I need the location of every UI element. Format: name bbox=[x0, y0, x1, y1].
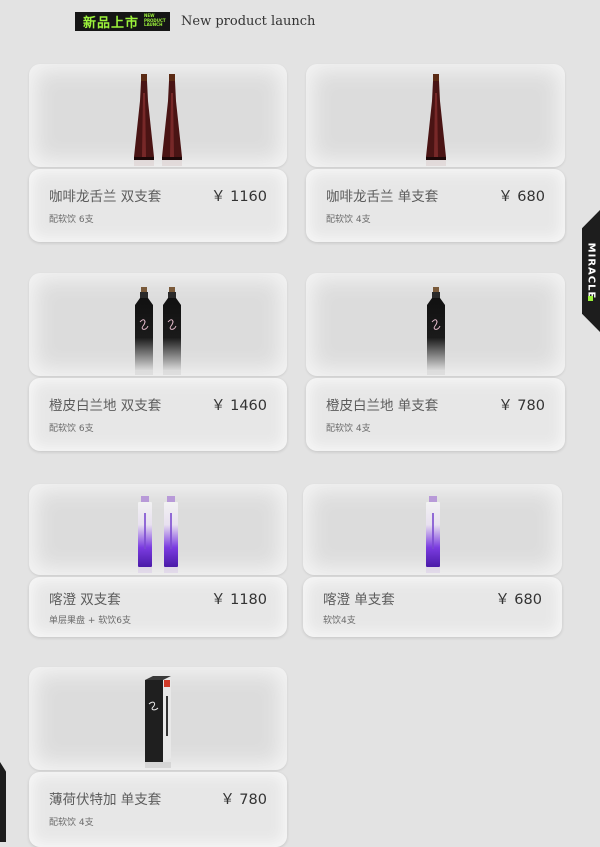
tequila-bottle-icon bbox=[162, 74, 182, 166]
product-price: ￥ 780 bbox=[498, 398, 545, 414]
tequila-bottle-icon bbox=[425, 74, 446, 166]
side-tab-label: MIRACLE bbox=[585, 242, 597, 300]
product-name: 咖啡龙舌兰 单支套 bbox=[326, 189, 439, 205]
product-image bbox=[29, 484, 287, 575]
new-launch-badge: 新品上市 NEW PRODUCT LAUNCH bbox=[75, 11, 171, 31]
product-info: 咖啡龙舌兰 双支套 ￥ 1160 配软饮 6支 bbox=[29, 169, 287, 242]
product-image bbox=[29, 273, 287, 376]
product-price: ￥ 680 bbox=[495, 592, 542, 608]
product-name: 薄荷伏特加 单支套 bbox=[49, 792, 162, 808]
product-price: ￥ 780 bbox=[220, 792, 267, 808]
purple-bottle-icon bbox=[164, 496, 178, 573]
left-edge-tab[interactable] bbox=[0, 762, 6, 842]
bottle-group bbox=[306, 273, 565, 376]
product-description: 配软饮 6支 bbox=[49, 424, 94, 434]
page-title: New product launch bbox=[181, 13, 316, 29]
bottle-group bbox=[29, 64, 287, 167]
brandy-bottle-icon bbox=[426, 287, 445, 375]
product-info: 橙皮白兰地 双支套 ￥ 1460 配软饮 6支 bbox=[29, 378, 287, 451]
product-description: 配软饮 4支 bbox=[49, 818, 94, 828]
badge-title: 新品上市 bbox=[83, 15, 140, 31]
product-info: 薄荷伏特加 单支套 ￥ 780 配软饮 4支 bbox=[29, 772, 287, 847]
product-description: 软饮4支 bbox=[323, 616, 356, 626]
brandy-bottle-icon bbox=[163, 287, 181, 375]
accent-mark bbox=[588, 296, 593, 301]
tequila-bottle-icon bbox=[134, 74, 154, 166]
product-info: 橙皮白兰地 单支套 ￥ 780 配软饮 4支 bbox=[306, 378, 565, 451]
product-image bbox=[306, 273, 565, 376]
bottle-group bbox=[306, 64, 565, 167]
purple-bottle-icon bbox=[425, 496, 440, 573]
product-price: ￥ 1460 bbox=[210, 398, 267, 414]
bottle-group bbox=[29, 273, 287, 376]
bottle-group bbox=[303, 484, 562, 575]
brandy-bottle-icon bbox=[135, 287, 153, 375]
purple-bottle-icon bbox=[138, 496, 152, 573]
product-description: 配软饮 4支 bbox=[326, 215, 371, 225]
bottle-group bbox=[29, 484, 287, 575]
product-description: 配软饮 4支 bbox=[326, 424, 371, 434]
product-image bbox=[306, 64, 565, 167]
bottle-group bbox=[29, 667, 287, 770]
product-image bbox=[29, 667, 287, 770]
product-name: 咖啡龙舌兰 双支套 bbox=[49, 189, 162, 205]
product-price: ￥ 1160 bbox=[210, 189, 267, 205]
product-price: ￥ 680 bbox=[498, 189, 545, 205]
vodka-box-icon bbox=[145, 676, 171, 768]
product-price: ￥ 1180 bbox=[210, 592, 267, 608]
product-name: 橙皮白兰地 单支套 bbox=[326, 398, 439, 414]
product-name: 喀澄 单支套 bbox=[323, 592, 395, 608]
product-info: 喀澄 双支套 ￥ 1180 单层果盘 + 软饮6支 bbox=[29, 577, 287, 637]
product-info: 喀澄 单支套 ￥ 680 软饮4支 bbox=[303, 577, 562, 637]
product-description: 单层果盘 + 软饮6支 bbox=[49, 616, 131, 626]
product-description: 配软饮 6支 bbox=[49, 215, 94, 225]
product-image bbox=[29, 64, 287, 167]
product-image bbox=[303, 484, 562, 575]
miracle-side-tab[interactable]: MIRACLE bbox=[582, 210, 600, 332]
product-name: 喀澄 双支套 bbox=[49, 592, 121, 608]
page-header: 新品上市 NEW PRODUCT LAUNCH New product laun… bbox=[75, 10, 315, 32]
product-info: 咖啡龙舌兰 单支套 ￥ 680 配软饮 4支 bbox=[306, 169, 565, 242]
badge-subtitle: NEW PRODUCT LAUNCH bbox=[144, 13, 166, 28]
product-name: 橙皮白兰地 双支套 bbox=[49, 398, 162, 414]
